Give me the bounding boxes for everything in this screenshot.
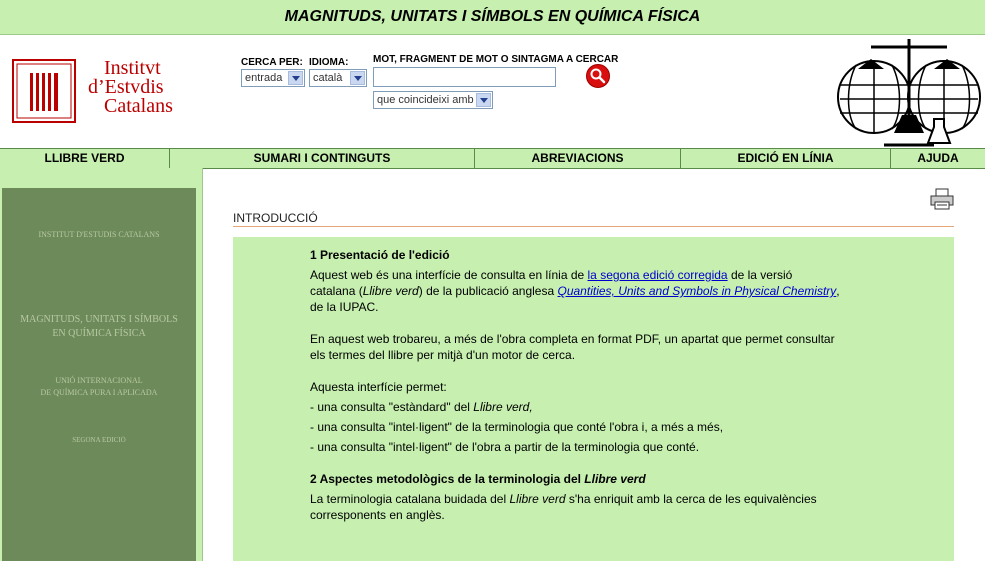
header: Institvt d’Estvdis Catalans CERCA PER: e… — [0, 35, 985, 147]
chevron-down-icon — [350, 71, 365, 85]
cerca-label: CERCA PER: — [241, 57, 303, 68]
match-select[interactable]: que coincideixi amb — [373, 91, 493, 109]
text-italic: Llibre verd — [362, 284, 419, 298]
match-select-value: que coincideixi amb — [377, 94, 474, 106]
nav-item-sumari[interactable]: SUMARI I CONTINGUTS — [170, 149, 475, 168]
text: - una consulta "estàndard" del — [310, 400, 474, 414]
book-cover-line: MAGNITUDS, UNITATS I SÍMBOLS — [20, 314, 178, 325]
content-panel: 1 Presentació de l'edició Aquest web és … — [233, 237, 954, 561]
title-bar: MAGNITUDS, UNITATS I SÍMBOLS EN QUÍMICA … — [0, 0, 985, 35]
book-cover-image[interactable]: INSTITUT D'ESTUDIS CATALANS MAGNITUDS, U… — [2, 188, 196, 561]
content-body: 1 Presentació de l'edició Aquest web és … — [310, 247, 840, 523]
iec-seal-logo[interactable] — [12, 59, 76, 123]
search-button[interactable] — [586, 64, 610, 88]
main-nav: LLIBRE VERD SUMARI I CONTINGUTS ABREVIAC… — [0, 148, 985, 169]
sidebar: INSTITUT D'ESTUDIS CATALANS MAGNITUDS, U… — [0, 168, 203, 561]
nav-item-abreviacions[interactable]: ABREVIACIONS — [475, 149, 681, 168]
text-italic: Llibre verd — [509, 492, 566, 506]
text: ) de la publicació anglesa — [418, 284, 558, 298]
nav-item-ajuda[interactable]: AJUDA — [891, 149, 985, 168]
text: Aquest web és una interfície de consulta… — [310, 268, 588, 282]
chevron-down-icon — [288, 71, 303, 85]
section-divider — [233, 226, 954, 227]
main-content: INTRODUCCIÓ 1 Presentació de l'edició Aq… — [203, 168, 985, 561]
printer-icon[interactable] — [930, 188, 954, 210]
heading-presentacio: 1 Presentació de l'edició — [310, 248, 450, 262]
iec-logo-text[interactable]: Institvt d’Estvdis Catalans — [88, 58, 173, 117]
section-title: INTRODUCCIÓ — [233, 211, 318, 225]
cerca-select-value: entrada — [245, 72, 283, 84]
idioma-label: IDIOMA: — [309, 57, 349, 68]
paragraph-2: En aquest web trobareu, a més de l'obra … — [310, 332, 835, 362]
text-italic: Llibre verd — [584, 472, 646, 486]
link-segona-edicio[interactable]: la segona edició corregida — [588, 268, 728, 282]
nav-item-llibre-verd[interactable]: LLIBRE VERD — [0, 149, 170, 168]
book-cover-line: SEGONA EDICIÓ — [72, 436, 126, 444]
paragraph-3: Aquesta interfície permet: — [310, 380, 447, 394]
book-cover-line: UNIÓ INTERNACIONAL — [55, 376, 143, 385]
text-italic: Llibre verd, — [473, 400, 533, 414]
page-title: MAGNITUDS, UNITATS I SÍMBOLS EN QUÍMICA … — [284, 8, 701, 25]
heading-aspectes: 2 Aspectes metodològics de la terminolog… — [310, 471, 840, 487]
search-text-label: MOT, FRAGMENT DE MOT O SINTAGMA A CERCAR — [373, 54, 619, 65]
list-item: - una consulta "intel·ligent" de l'obra … — [310, 440, 700, 454]
paragraph-1: Aquest web és una interfície de consulta… — [310, 267, 840, 315]
chemistry-emblem-logo — [837, 39, 981, 147]
link-iupac-publication[interactable]: Quantities, Units and Symbols in Physica… — [558, 284, 837, 298]
book-cover-line: INSTITUT D'ESTUDIS CATALANS — [38, 230, 160, 239]
text: La terminologia catalana buidada del — [310, 492, 510, 506]
book-cover-line: EN QUÍMICA FÍSICA — [52, 328, 146, 339]
text: 2 Aspectes metodològics de la terminolog… — [310, 472, 585, 486]
cerca-select[interactable]: entrada — [241, 69, 305, 87]
search-input[interactable] — [373, 67, 556, 87]
idioma-select[interactable]: català — [309, 69, 367, 87]
nav-item-edicio-en-linia[interactable]: EDICIÓ EN LÍNIA — [681, 149, 891, 168]
book-cover-line: DE QUÍMICA PURA I APLICADA — [40, 388, 158, 397]
idioma-select-value: català — [313, 72, 343, 84]
list-item: - una consulta "estàndard" del Llibre ve… — [310, 399, 840, 415]
list-item: - una consulta "intel·ligent" de la term… — [310, 420, 724, 434]
chevron-down-icon — [476, 93, 491, 107]
search-icon — [590, 68, 606, 84]
paragraph-4: La terminologia catalana buidada del Lli… — [310, 491, 840, 523]
logo-line-3: Catalans — [104, 95, 173, 117]
